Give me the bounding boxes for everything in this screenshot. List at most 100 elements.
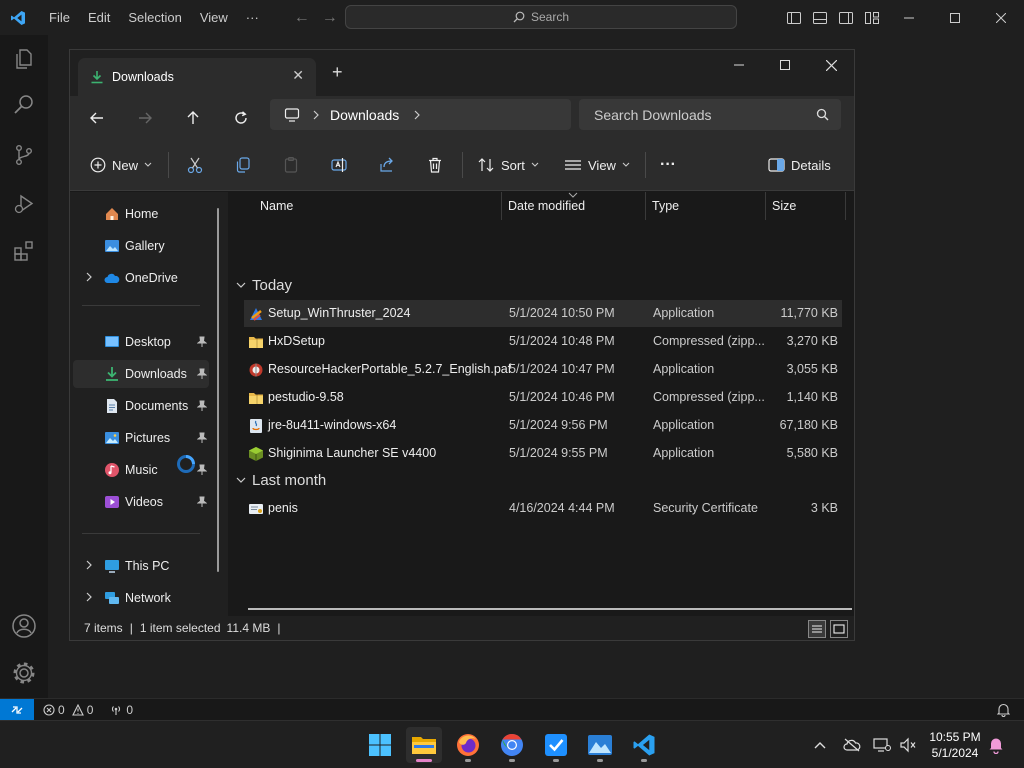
monitor-network-icon[interactable]	[872, 735, 892, 755]
system-clock[interactable]: 10:55 PM 5/1/2024	[924, 729, 986, 761]
menu-file[interactable]: File	[40, 0, 79, 35]
notification-bell-icon[interactable]	[986, 735, 1006, 755]
minimize-icon[interactable]	[716, 50, 762, 80]
source-control-icon[interactable]	[0, 131, 48, 179]
nav-item-desktop[interactable]: Desktop	[73, 328, 209, 356]
search-view-icon[interactable]	[0, 81, 48, 129]
vscode-taskbar-icon[interactable]	[626, 727, 662, 763]
pin-icon[interactable]	[197, 496, 207, 508]
chevron-right-icon[interactable]	[85, 560, 93, 570]
volume-muted-icon[interactable]	[898, 735, 918, 755]
pin-icon[interactable]	[197, 400, 207, 412]
toggle-secondary-sidebar-icon[interactable]	[838, 10, 854, 26]
pin-icon[interactable]	[197, 368, 207, 380]
nav-item-documents[interactable]: Documents	[73, 392, 209, 420]
firefox-icon[interactable]	[450, 727, 486, 763]
chevron-right-icon[interactable]	[413, 110, 421, 120]
nav-item-network[interactable]: Network	[73, 584, 209, 612]
customize-layout-icon[interactable]	[864, 10, 880, 26]
go-forward-icon[interactable]: →	[322, 9, 338, 27]
close-icon[interactable]	[978, 0, 1024, 35]
maximize-icon[interactable]	[762, 50, 808, 80]
cloud-offline-icon[interactable]	[842, 735, 862, 755]
file-row[interactable]: penis 4/16/2024 4:44 PM Security Certifi…	[244, 495, 842, 522]
menu-selection[interactable]: Selection	[119, 0, 190, 35]
nav-scrollbar[interactable]	[217, 208, 219, 572]
pin-icon[interactable]	[197, 336, 207, 348]
file-row[interactable]: ResourceHackerPortable_5.2.7_English.paf…	[244, 356, 842, 383]
chevron-right-icon[interactable]	[85, 272, 93, 282]
nav-item-onedrive[interactable]: OneDrive	[73, 264, 209, 292]
todo-checkbox-icon[interactable]	[538, 727, 574, 763]
nav-item-videos[interactable]: Videos	[73, 488, 209, 516]
remote-indicator-icon[interactable]	[0, 698, 34, 721]
nav-item-home[interactable]: Home	[73, 200, 209, 228]
toggle-sidebar-icon[interactable]	[786, 10, 802, 26]
share-button[interactable]	[378, 152, 396, 178]
problems-indicator[interactable]: 0 0	[43, 703, 93, 717]
ports-indicator[interactable]: 0	[109, 703, 133, 717]
close-icon[interactable]	[808, 50, 854, 80]
group-header-last-month[interactable]: Last month	[236, 467, 326, 493]
manage-gear-icon[interactable]	[0, 649, 48, 697]
column-header-size[interactable]: Size	[766, 192, 846, 220]
see-more-button[interactable]: ···	[660, 152, 676, 178]
nav-item-this-pc[interactable]: This PC	[73, 552, 209, 580]
rename-button[interactable]	[330, 152, 348, 178]
minimize-icon[interactable]	[886, 0, 932, 35]
column-header-date[interactable]: Date modified	[502, 192, 646, 220]
tab-downloads[interactable]: Downloads ✕	[78, 58, 316, 96]
chevron-right-icon[interactable]	[85, 592, 93, 602]
file-explorer-taskbar-icon[interactable]	[406, 727, 442, 763]
nav-item-pictures[interactable]: Pictures	[73, 424, 209, 452]
command-center-search[interactable]: Search	[345, 5, 737, 29]
nav-item-gallery[interactable]: Gallery	[73, 232, 209, 260]
toggle-panel-icon[interactable]	[812, 10, 828, 26]
view-button[interactable]: View	[564, 152, 630, 178]
delete-button[interactable]	[426, 152, 444, 178]
go-back-icon[interactable]: ←	[294, 9, 310, 27]
pin-icon[interactable]	[197, 432, 207, 444]
group-header-today[interactable]: Today	[236, 272, 292, 298]
notifications-bell-icon[interactable]	[997, 703, 1010, 717]
column-header-type[interactable]: Type	[646, 192, 766, 220]
new-button[interactable]: New	[90, 152, 152, 178]
refresh-icon[interactable]	[227, 104, 255, 132]
explorer-files-icon[interactable]	[0, 35, 48, 83]
file-row[interactable]: Setup_WinThruster_2024 5/1/2024 10:50 PM…	[244, 300, 842, 327]
maximize-icon[interactable]	[932, 0, 978, 35]
details-view-icon[interactable]	[808, 620, 826, 638]
new-tab-icon[interactable]: +	[332, 62, 343, 83]
forward-arrow-icon[interactable]	[131, 104, 159, 132]
chevron-up-icon[interactable]	[810, 735, 830, 755]
run-debug-icon[interactable]	[0, 180, 48, 228]
file-row[interactable]: pestudio-9.58 5/1/2024 10:46 PM Compress…	[244, 384, 842, 411]
start-windows-icon[interactable]	[362, 727, 398, 763]
breadcrumb[interactable]: Downloads	[270, 99, 571, 130]
menu-edit[interactable]: Edit	[79, 0, 119, 35]
horizontal-scrollbar[interactable]	[248, 608, 852, 610]
file-row[interactable]: HxDSetup 5/1/2024 10:48 PM Compressed (z…	[244, 328, 842, 355]
details-pane-button[interactable]: Details	[768, 152, 831, 178]
file-row[interactable]: Shiginima Launcher SE v4400 5/1/2024 9:5…	[244, 440, 842, 467]
menu-view[interactable]: View	[191, 0, 237, 35]
paste-button[interactable]	[282, 152, 300, 178]
extensions-icon[interactable]	[0, 227, 48, 275]
nav-item-downloads[interactable]: Downloads	[73, 360, 209, 388]
up-arrow-icon[interactable]	[179, 104, 207, 132]
accounts-icon[interactable]	[0, 602, 48, 650]
breadcrumb-downloads[interactable]: Downloads	[330, 107, 399, 123]
back-arrow-icon[interactable]	[83, 104, 111, 132]
photos-icon[interactable]	[582, 727, 618, 763]
tiles-view-icon[interactable]	[830, 620, 848, 638]
cut-button[interactable]	[186, 152, 204, 178]
menu-more[interactable]: ···	[237, 0, 268, 35]
chrome-icon[interactable]	[494, 727, 530, 763]
chevron-right-icon[interactable]	[312, 110, 320, 120]
search-downloads-input[interactable]: Search Downloads	[579, 99, 841, 130]
copy-button[interactable]	[234, 152, 252, 178]
sort-button[interactable]: Sort	[477, 152, 539, 178]
tab-close-icon[interactable]: ✕	[292, 67, 304, 84]
column-header-name[interactable]: Name	[230, 192, 502, 220]
file-row[interactable]: jre-8u411-windows-x64 5/1/2024 9:56 PM A…	[244, 412, 842, 439]
